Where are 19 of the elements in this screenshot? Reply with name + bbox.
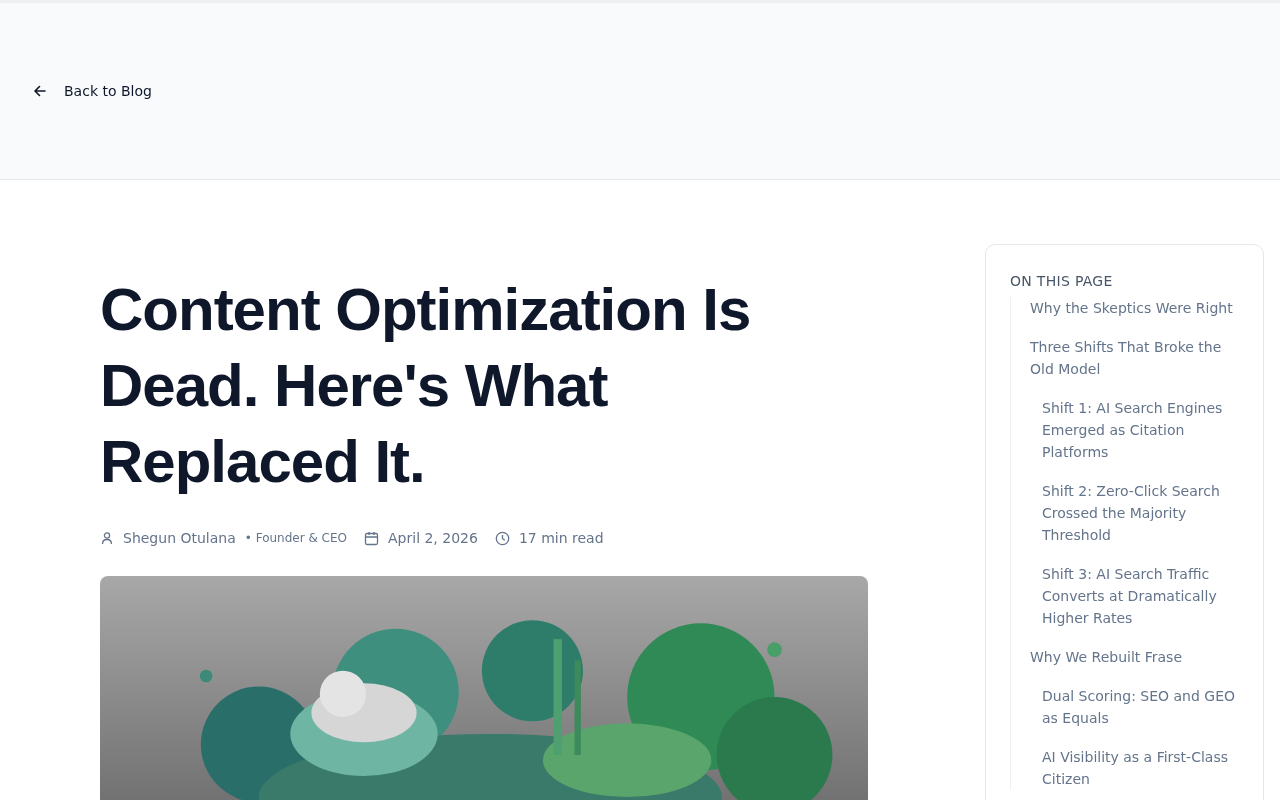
toc-link[interactable]: Shift 2: Zero-Click Search Crossed the Majority Threshold <box>1027 480 1247 546</box>
person-icon <box>100 531 114 545</box>
article-title: Content Optimization Is Dead. Here's What Replaced It. <box>100 275 752 497</box>
author-role: • Founder & CEO <box>244 531 347 545</box>
publish-date: April 2, 2026 <box>388 530 478 546</box>
calendar-icon <box>364 530 379 546</box>
author-name: Shegun Otulana <box>123 530 236 546</box>
toc-link[interactable]: Three Shifts That Broke the Old Model <box>1015 336 1247 380</box>
back-arrow-icon <box>33 84 47 98</box>
back-to-blog-link[interactable]: Back to Blog <box>33 83 152 99</box>
toc-link[interactable]: Dual Scoring: SEO and GEO as Equals <box>1027 685 1247 729</box>
toc-heading: ON THIS PAGE <box>1010 273 1114 289</box>
toc-link[interactable]: Shift 3: AI Search Traffic Converts at Dramatically Higher Rates <box>1027 563 1247 629</box>
toc-link[interactable]: Shift 1: AI Search Engines Emerged as Citation Platforms <box>1027 397 1247 463</box>
read-time: 17 min read <box>518 530 604 546</box>
toc-link[interactable]: Why We Rebuilt Frase <box>1015 646 1247 668</box>
toc-link[interactable]: AI Visibility as a First-Class Citizen <box>1027 746 1247 790</box>
clock-icon <box>494 530 510 546</box>
toc-link[interactable]: Why the Skeptics Were Right <box>1015 297 1247 319</box>
